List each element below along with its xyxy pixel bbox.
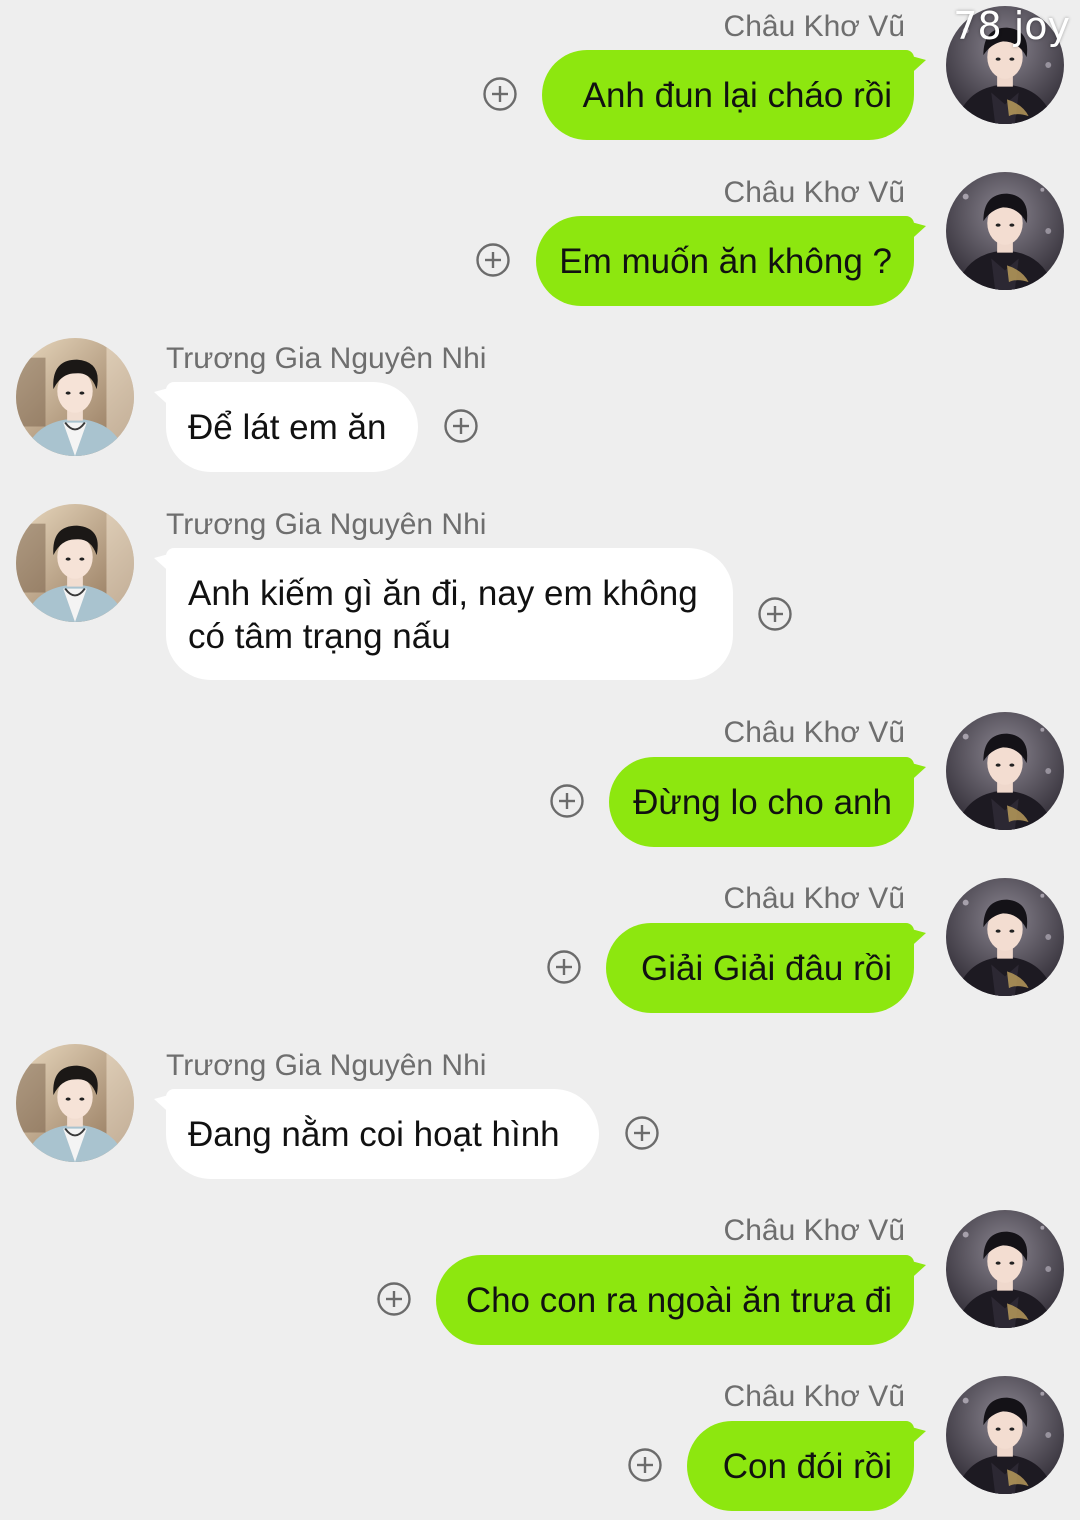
message-bubble[interactable]: Anh kiếm gì ăn đi, nay em không có tâm t… [154,548,733,680]
avatar[interactable] [946,878,1064,996]
sender-name: Châu Khơ Vũ [723,10,905,43]
message-bubble[interactable]: Để lát em ăn [154,382,418,472]
plus-circle-icon[interactable] [443,408,479,444]
sender-name: Châu Khơ Vũ [723,1214,905,1247]
sender-name: Châu Khơ Vũ [723,176,905,209]
message-bubble[interactable]: Con đói rồi [687,1421,926,1511]
plus-circle-icon[interactable] [376,1281,412,1317]
message-bubble[interactable]: Anh đun lại cháo rồi [542,50,926,140]
sender-name: Trương Gia Nguyên Nhi [166,1049,487,1082]
message-bubble[interactable]: Đừng lo cho anh [609,757,926,847]
avatar[interactable] [946,172,1064,290]
avatar[interactable] [16,504,134,622]
sender-name: Châu Khơ Vũ [723,1380,905,1413]
sender-name: Trương Gia Nguyên Nhi [166,508,487,541]
avatar[interactable] [946,1210,1064,1328]
message-bubble[interactable]: Cho con ra ngoài ăn trưa đi [436,1255,926,1345]
plus-circle-icon[interactable] [624,1115,660,1151]
plus-circle-icon[interactable] [627,1447,663,1483]
avatar[interactable] [946,1376,1064,1494]
plus-circle-icon[interactable] [549,783,585,819]
plus-circle-icon[interactable] [475,242,511,278]
plus-circle-icon[interactable] [546,949,582,985]
avatar[interactable] [16,1044,134,1162]
message-bubble[interactable]: Em muốn ăn không ? [536,216,926,306]
sender-name: Châu Khơ Vũ [723,882,905,915]
plus-circle-icon[interactable] [482,76,518,112]
avatar[interactable] [16,338,134,456]
sender-name: Trương Gia Nguyên Nhi [166,342,487,375]
sender-name: Châu Khơ Vũ [723,716,905,749]
plus-circle-icon[interactable] [757,596,793,632]
message-bubble[interactable]: Đang nằm coi hoạt hình [154,1089,599,1179]
watermark: 78 joy [953,4,1070,48]
avatar[interactable] [946,712,1064,830]
message-bubble[interactable]: Giải Giải đâu rồi [606,923,926,1013]
